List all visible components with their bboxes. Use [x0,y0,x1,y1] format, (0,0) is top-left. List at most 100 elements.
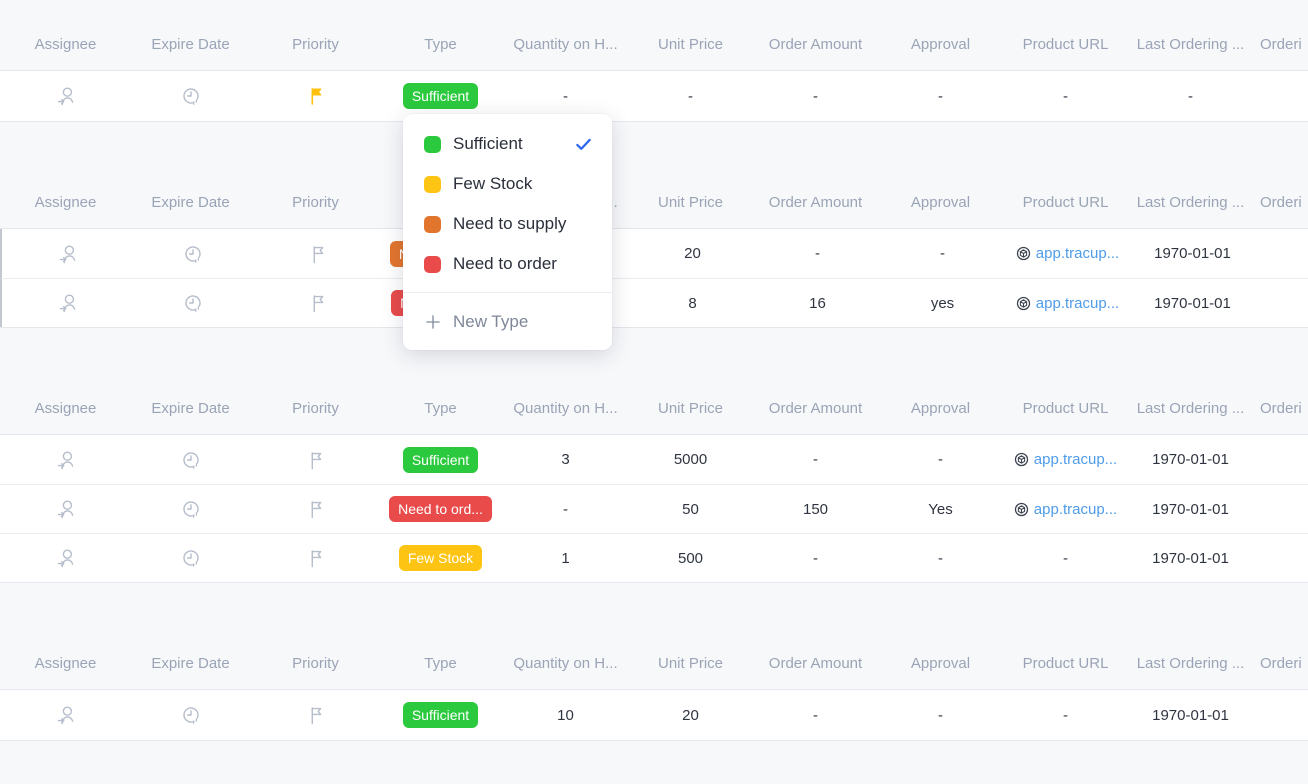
last-ordering-cell[interactable]: 1970-01-01 [1130,245,1255,262]
col-header-ordering[interactable]: Orderi [1253,194,1308,211]
menu-item-need-to-supply[interactable]: Need to supply [403,204,612,244]
assignee-cell[interactable] [3,498,128,520]
col-header-quantity[interactable]: Quantity on H... [503,36,628,53]
col-header-approval[interactable]: Approval [878,194,1003,211]
col-header-approval[interactable]: Approval [878,655,1003,672]
product-url-link[interactable]: app.tracup... [1014,501,1117,518]
type-cell[interactable]: Sufficient [378,447,503,473]
assignee-cell[interactable] [3,704,128,726]
last-ordering-cell[interactable]: 1970-01-01 [1128,451,1253,468]
type-badge[interactable]: Few Stock [399,545,482,571]
type-badge[interactable]: Sufficient [403,447,478,473]
type-cell[interactable]: Sufficient [378,83,503,109]
quantity-cell[interactable]: 10 [503,707,628,724]
assignee-cell[interactable] [5,292,130,314]
unit-price-cell[interactable]: 50 [628,501,753,518]
type-badge[interactable]: Need to ord... [389,496,492,522]
quantity-cell[interactable]: 3 [503,451,628,468]
product-url-cell[interactable]: - [1003,550,1128,567]
last-ordering-cell[interactable]: - [1128,88,1253,105]
product-url-cell[interactable]: - [1003,707,1128,724]
col-header-expire-date[interactable]: Expire Date [128,655,253,672]
col-header-unit-price[interactable]: Unit Price [628,36,753,53]
col-header-order-amount[interactable]: Order Amount [753,36,878,53]
col-header-product-url[interactable]: Product URL [1003,36,1128,53]
unit-price-cell[interactable]: 5000 [628,451,753,468]
product-url-cell[interactable]: app.tracup... [1003,451,1128,468]
expire-date-cell[interactable] [130,292,255,314]
menu-item-few-stock[interactable]: Few Stock [403,164,612,204]
approval-cell[interactable]: - [878,707,1003,724]
quantity-cell[interactable]: 1 [503,550,628,567]
type-badge[interactable]: Sufficient [403,83,478,109]
col-header-assignee[interactable]: Assignee [3,400,128,417]
type-cell[interactable]: Few Stock [378,545,503,571]
col-header-priority[interactable]: Priority [253,36,378,53]
expire-date-cell[interactable] [130,243,255,265]
product-url-cell[interactable]: - [1003,88,1128,105]
expire-date-cell[interactable] [128,547,253,569]
product-url-cell[interactable]: app.tracup... [1005,295,1130,312]
approval-cell[interactable]: Yes [878,501,1003,518]
type-badge[interactable]: Sufficient [403,702,478,728]
col-header-assignee[interactable]: Assignee [3,655,128,672]
assignee-cell[interactable] [3,85,128,107]
priority-cell[interactable] [255,243,380,265]
approval-cell[interactable]: - [878,550,1003,567]
col-header-priority[interactable]: Priority [253,194,378,211]
last-ordering-cell[interactable]: 1970-01-01 [1128,707,1253,724]
col-header-last-ordering[interactable]: Last Ordering ... [1128,194,1253,211]
priority-cell[interactable] [253,704,378,726]
col-header-ordering[interactable]: Orderi [1253,655,1308,672]
quantity-cell[interactable]: - [503,501,628,518]
expire-date-cell[interactable] [128,704,253,726]
product-url-cell[interactable]: app.tracup... [1003,501,1128,518]
last-ordering-cell[interactable]: 1970-01-01 [1128,550,1253,567]
col-header-unit-price[interactable]: Unit Price [628,400,753,417]
col-header-unit-price[interactable]: Unit Price [628,655,753,672]
unit-price-cell[interactable]: 20 [630,245,755,262]
col-header-priority[interactable]: Priority [253,400,378,417]
col-header-type[interactable]: Type [378,400,503,417]
quantity-cell[interactable]: - [503,88,628,105]
last-ordering-cell[interactable]: 1970-01-01 [1128,501,1253,518]
col-header-expire-date[interactable]: Expire Date [128,36,253,53]
assignee-cell[interactable] [3,547,128,569]
product-url-link[interactable]: app.tracup... [1016,295,1119,312]
col-header-last-ordering[interactable]: Last Ordering ... [1128,400,1253,417]
col-header-approval[interactable]: Approval [878,36,1003,53]
expire-date-cell[interactable] [128,449,253,471]
col-header-quantity[interactable]: Quantity on H... [503,400,628,417]
col-header-expire-date[interactable]: Expire Date [128,194,253,211]
product-url-cell[interactable]: app.tracup... [1005,245,1130,262]
assignee-cell[interactable] [5,243,130,265]
assignee-cell[interactable] [3,449,128,471]
last-ordering-cell[interactable]: 1970-01-01 [1130,295,1255,312]
col-header-last-ordering[interactable]: Last Ordering ... [1128,36,1253,53]
col-header-expire-date[interactable]: Expire Date [128,400,253,417]
type-cell[interactable]: Sufficient [378,702,503,728]
product-url-link[interactable]: app.tracup... [1014,451,1117,468]
order-amount-cell[interactable]: - [753,88,878,105]
order-amount-cell[interactable]: - [753,707,878,724]
priority-cell[interactable] [253,449,378,471]
priority-cell[interactable] [253,85,378,107]
unit-price-cell[interactable]: 8 [630,295,755,312]
col-header-quantity[interactable]: Quantity on H... [503,655,628,672]
new-type-button[interactable]: New Type [403,293,612,350]
type-cell[interactable]: Need to ord... [378,496,503,522]
col-header-product-url[interactable]: Product URL [1003,400,1128,417]
approval-cell[interactable]: - [880,245,1005,262]
col-header-type[interactable]: Type [378,36,503,53]
order-amount-cell[interactable]: 16 [755,295,880,312]
unit-price-cell[interactable]: 500 [628,550,753,567]
priority-cell[interactable] [253,547,378,569]
unit-price-cell[interactable]: - [628,88,753,105]
col-header-ordering[interactable]: Orderi [1253,36,1308,53]
col-header-assignee[interactable]: Assignee [3,194,128,211]
col-header-product-url[interactable]: Product URL [1003,655,1128,672]
approval-cell[interactable]: yes [880,295,1005,312]
unit-price-cell[interactable]: 20 [628,707,753,724]
col-header-product-url[interactable]: Product URL [1003,194,1128,211]
col-header-last-ordering[interactable]: Last Ordering ... [1128,655,1253,672]
